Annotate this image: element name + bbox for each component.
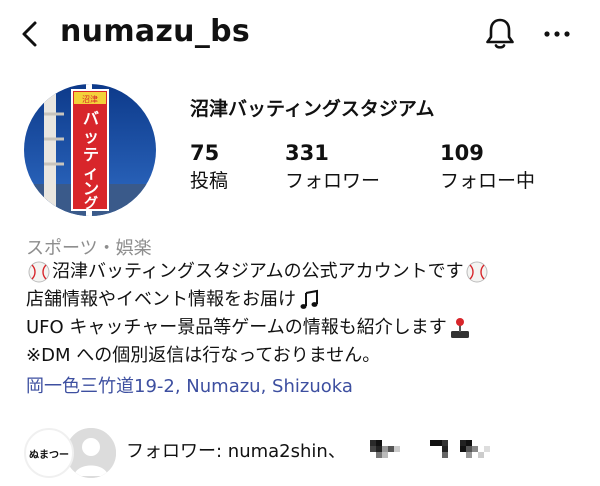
svg-text:テ: テ [83,145,99,164]
music-note-icon [300,289,318,309]
bio-line-1: 沼津バッティングスタジアムの公式アカウントです [26,258,596,286]
profile-avatar[interactable]: 沼津 バ ッ テ ィ ン グ [24,84,156,216]
bio-line-4: ※DM への個別返信は行なっておりません。 [26,342,596,370]
following-count: 109 [440,141,484,165]
mutual-avatars: ぬまつー [18,424,118,480]
location-link[interactable]: 岡一色三竹道19-2, Numazu, Shizuoka [26,372,353,398]
svg-text:沼津: 沼津 [82,94,98,104]
top-bar: numazu_bs [0,0,600,70]
profile-display-name: 沼津バッティングスタジアム [190,98,435,120]
bio-line-4-text: ※DM への個別返信は行なっておりません。 [26,345,381,366]
stat-following[interactable]: 109 フォロー中 [440,140,535,196]
svg-text:ッ: ッ [83,127,99,146]
bell-icon [486,18,514,49]
posts-count: 75 [190,141,220,165]
following-label: フォロー中 [440,170,536,192]
pixelated-name [430,440,490,458]
joystick-icon [450,318,469,338]
stat-posts: 75 投稿 [190,140,228,196]
bio-line-3-text: UFO キャッチャー景品等ゲームの情報も紹介します [26,317,447,338]
bio-line-3: UFO キャッチャー景品等ゲームの情報も紹介します [26,314,596,342]
avatar-image: 沼津 バ ッ テ ィ ン グ [24,84,156,216]
stat-followers[interactable]: 331 フォロワー [285,140,380,196]
back-button[interactable] [10,14,50,54]
mutual-followers-text: フォロワー: numa2shin、 [126,441,346,462]
posts-label: 投稿 [190,170,229,192]
baseball-icon [466,261,488,283]
more-horizontal-icon [544,31,570,37]
chevron-left-icon [22,21,37,47]
followers-count: 331 [285,141,329,165]
baseball-icon [28,261,50,283]
svg-text:グ: グ [84,195,98,212]
followers-label: フォロワー [285,170,381,192]
mutual-avatar-numa2shin: ぬまつー [24,428,74,478]
svg-text:バ: バ [83,109,99,128]
mutual-avatar-text: ぬまつー [29,449,69,461]
bio-line-1-text: 沼津バッティングスタジアムの公式アカウントです [52,261,464,282]
more-options-button[interactable] [537,14,577,54]
profile-username: numazu_bs [60,14,251,49]
mutual-followers[interactable]: ぬまつー フォロワー: numa2shin、 [18,420,598,480]
bio-line-2: 店舗情報やイベント情報をお届け [26,286,596,314]
notifications-button[interactable] [480,14,520,54]
bio-line-2-text: 店舗情報やイベント情報をお届け [26,289,296,310]
profile-category: スポーツ・娯楽 [26,238,152,259]
pixelated-name [370,440,400,458]
